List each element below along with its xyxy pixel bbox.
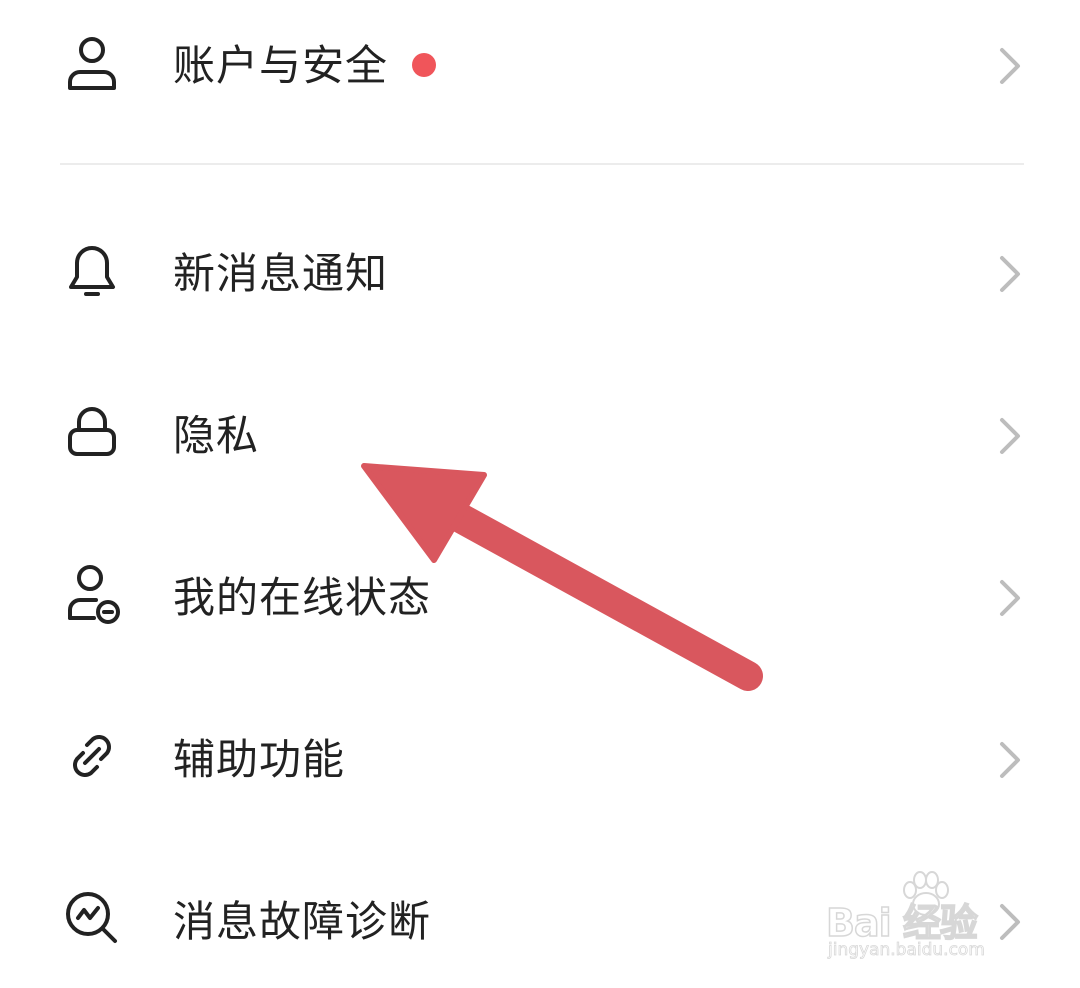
chevron-right-icon [996,254,1024,294]
online-status-icon [60,562,124,626]
chevron-right-icon [996,740,1024,780]
diagnosis-icon [60,886,124,950]
watermark-brand: Bai 经验 [825,900,978,946]
settings-item-label: 辅助功能 [173,735,346,784]
link-icon [60,724,124,788]
watermark: Bai 经验 jingyan.baidu.com [825,870,1026,970]
chevron-right-icon [996,416,1024,456]
watermark-url: jingyan.baidu.com [828,940,986,961]
settings-item-label: 账户与安全 [173,41,389,90]
section-divider [60,163,1024,165]
settings-item-notifications[interactable]: 新消息通知 [0,208,1080,338]
settings-item-label: 隐私 [173,411,260,460]
settings-item-label: 新消息通知 [173,249,389,298]
settings-item-label: 我的在线状态 [173,573,432,622]
settings-item-accessibility[interactable]: 辅助功能 [0,694,1080,824]
settings-item-online-status[interactable]: 我的在线状态 [0,532,1080,662]
lock-icon [60,400,124,464]
chevron-right-icon [996,46,1024,86]
chevron-right-icon [996,578,1024,618]
notification-badge [412,53,436,77]
bell-icon [60,240,124,304]
settings-item-label: 消息故障诊断 [173,897,432,946]
user-icon [60,32,124,96]
settings-item-account-security[interactable]: 账户与安全 [0,0,1080,130]
settings-item-privacy[interactable]: 隐私 [0,370,1080,500]
